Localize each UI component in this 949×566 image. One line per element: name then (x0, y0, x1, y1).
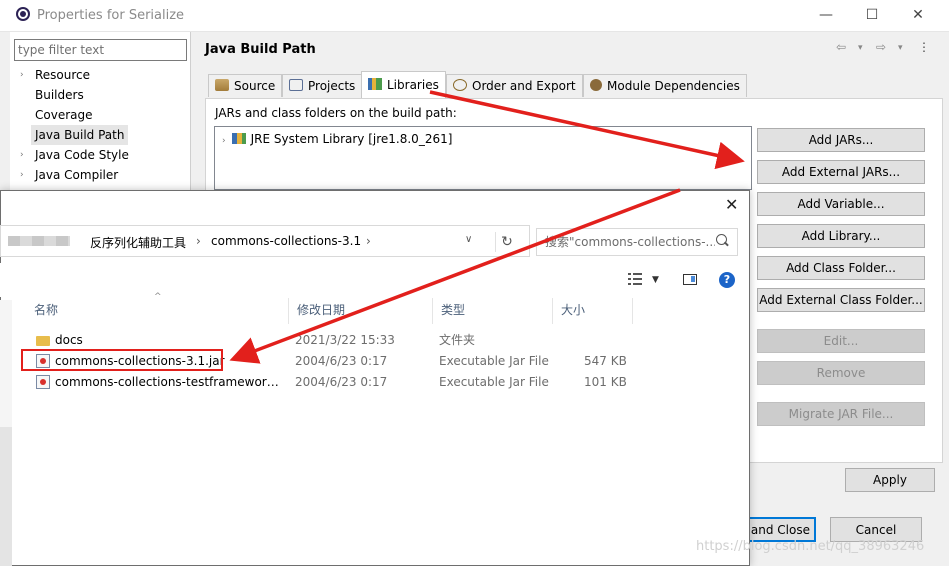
help-icon[interactable]: ? (719, 272, 735, 288)
back-arrow-icon[interactable]: ⇦ (836, 40, 846, 54)
file-modified: 2004/6/23 0:17 (295, 354, 388, 368)
sidebar-item-label: Java Compiler (35, 168, 119, 182)
file-name: commons-collections-testframework-... (55, 375, 285, 389)
source-folder-icon (215, 79, 229, 91)
breadcrumb-separator[interactable]: › (196, 234, 201, 248)
breadcrumb-folder[interactable]: 反序列化辅助工具 (90, 234, 186, 251)
navigation-scrollbar[interactable] (0, 427, 12, 566)
view-menu-icon[interactable]: ⋮ (918, 40, 930, 54)
chevron-right-icon[interactable]: › (222, 136, 226, 146)
chevron-down-icon[interactable]: ▾ (898, 43, 903, 53)
title-bar: Properties for Serialize — ☐ ✕ (0, 0, 949, 32)
tab-libraries[interactable]: Libraries (361, 71, 446, 98)
chevron-right-icon[interactable]: › (20, 145, 24, 165)
apply-button[interactable]: Apply (845, 468, 935, 492)
close-button[interactable]: ✕ (903, 4, 933, 26)
add-class-folder-button[interactable]: Add Class Folder... (757, 256, 925, 280)
sidebar-item-java-code-style[interactable]: › Java Code Style (10, 145, 188, 165)
sidebar-item-java-build-path[interactable]: Java Build Path (10, 125, 188, 145)
jar-file-icon (36, 375, 50, 389)
highlight-box (21, 349, 223, 371)
window-title: Properties for Serialize (37, 8, 185, 23)
file-type: Executable Jar File (439, 354, 549, 368)
sidebar-item-label: Builders (35, 88, 84, 102)
refresh-icon[interactable]: ↻ (495, 232, 518, 252)
folder-icon (36, 336, 50, 346)
tab-label: Order and Export (472, 79, 576, 93)
search-input[interactable] (536, 228, 738, 256)
tab-label: Source (234, 79, 276, 93)
sidebar-item-java-compiler[interactable]: › Java Compiler (10, 165, 188, 185)
add-variable-button[interactable]: Add Variable... (757, 192, 925, 216)
column-header-name[interactable]: 名称 (26, 298, 289, 324)
dialog-close-button[interactable]: ✕ (725, 195, 738, 214)
view-options-icon[interactable] (628, 273, 642, 285)
file-modified: 2004/6/23 0:17 (295, 375, 388, 389)
remove-button[interactable]: Remove (757, 361, 925, 385)
sidebar: › Resource Builders Coverage Java Build … (10, 32, 191, 192)
forward-arrow-icon[interactable]: ⇨ (876, 40, 886, 54)
tab-label: Projects (308, 79, 356, 93)
sidebar-item-label: Java Code Style (35, 148, 129, 162)
tab-source[interactable]: Source (208, 74, 283, 97)
tab-label: Module Dependencies (607, 79, 740, 93)
add-external-class-folder-button[interactable]: Add External Class Folder... (757, 288, 925, 312)
add-library-button[interactable]: Add Library... (757, 224, 925, 248)
edit-button[interactable]: Edit... (757, 329, 925, 353)
add-external-jars-button[interactable]: Add External JARs... (757, 160, 925, 184)
tab-order-and-export[interactable]: Order and Export (446, 74, 583, 97)
chevron-right-icon[interactable]: › (20, 65, 24, 85)
maximize-button[interactable]: ☐ (857, 4, 887, 26)
projects-icon (289, 79, 303, 91)
eclipse-icon (16, 7, 30, 21)
filter-input[interactable] (14, 39, 187, 61)
minimize-button[interactable]: — (811, 4, 841, 26)
library-icon (231, 133, 246, 144)
chevron-down-icon[interactable]: ▾ (858, 43, 863, 53)
libraries-icon (368, 78, 382, 90)
chevron-down-icon[interactable]: ▼ (652, 275, 659, 285)
file-modified: 2021/3/22 15:33 (295, 333, 395, 347)
column-header-type[interactable]: 类型 (433, 298, 553, 324)
module-icon (590, 79, 602, 91)
tab-module-dependencies[interactable]: Module Dependencies (583, 74, 747, 97)
file-type: Executable Jar File (439, 375, 549, 389)
redacted-path (8, 236, 70, 246)
file-type: 文件夹 (439, 333, 476, 347)
column-header-modified[interactable]: 修改日期 (289, 298, 433, 324)
search-icon[interactable] (716, 234, 727, 245)
chevron-down-icon[interactable]: ∨ (465, 234, 472, 245)
sidebar-item-label: Java Build Path (31, 125, 129, 145)
order-export-icon (453, 79, 467, 91)
build-path-label: JARs and class folders on the build path… (215, 106, 457, 120)
column-header-size[interactable]: 大小 (553, 298, 633, 324)
sidebar-item-coverage[interactable]: Coverage (10, 105, 188, 125)
preview-pane-icon[interactable] (683, 274, 697, 285)
history-nav: ⇦ ▾ ⇨ ▾ ⋮ (836, 40, 946, 58)
breadcrumb-separator[interactable]: › (366, 234, 371, 248)
library-label: JRE System Library [jre1.8.0_261] (250, 132, 453, 146)
sidebar-item-resource[interactable]: › Resource (10, 65, 188, 85)
file-row[interactable]: commons-collections-testframework-... 20… (26, 372, 636, 393)
migrate-jar-button[interactable]: Migrate JAR File... (757, 402, 925, 426)
file-name: docs (55, 333, 83, 347)
file-size: 547 KB (584, 354, 627, 368)
sidebar-item-label: Resource (35, 68, 91, 82)
sidebar-item-builders[interactable]: Builders (10, 85, 188, 105)
add-jars-button[interactable]: Add JARs... (757, 128, 925, 152)
sidebar-item-label: Coverage (35, 108, 93, 122)
chevron-right-icon[interactable]: › (20, 165, 24, 185)
tab-label: Libraries (387, 78, 439, 92)
tab-bar: Source Projects Libraries Order and Expo… (208, 71, 768, 98)
file-row[interactable]: docs 2021/3/22 15:33 文件夹 (26, 330, 636, 351)
watermark: https://blog.csdn.net/qq_38963246 (696, 539, 925, 554)
page-title: Java Build Path (205, 42, 316, 57)
tab-projects[interactable]: Projects (282, 74, 363, 97)
library-row[interactable]: › JRE System Library [jre1.8.0_261] (222, 130, 452, 148)
file-size: 101 KB (584, 375, 627, 389)
breadcrumb-folder[interactable]: commons-collections-3.1 (211, 234, 361, 248)
